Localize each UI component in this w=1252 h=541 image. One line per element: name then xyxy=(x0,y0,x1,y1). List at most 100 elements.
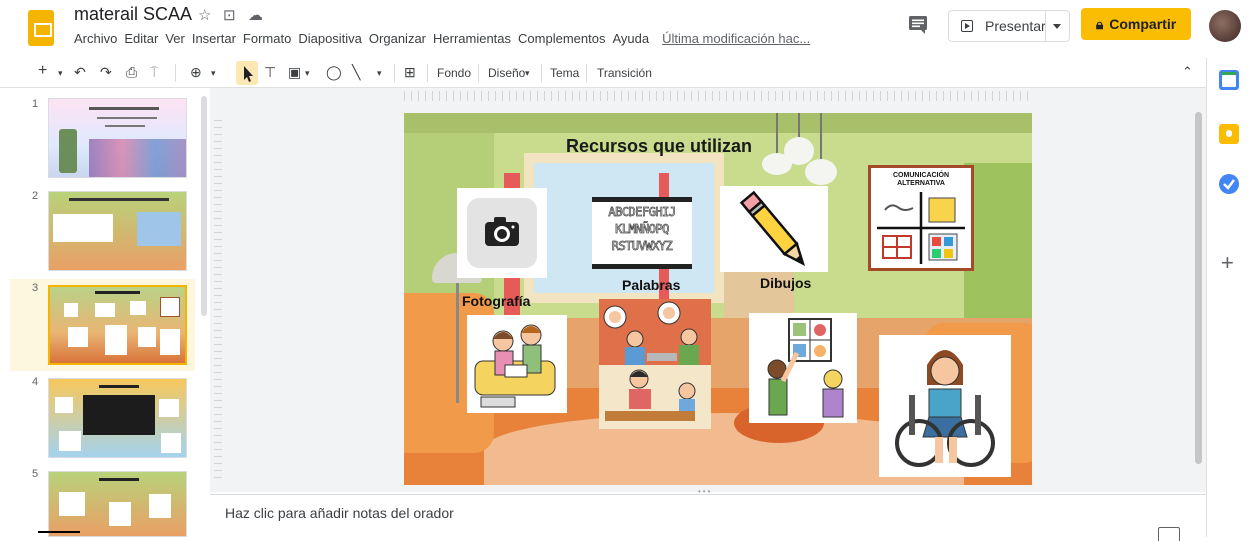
pointing-board-icon xyxy=(767,318,844,418)
calendar-icon[interactable] xyxy=(1219,70,1239,90)
check-icon xyxy=(1223,179,1235,190)
slide-title[interactable]: Recursos que utilizan xyxy=(564,136,754,157)
lock-icon: 🔒︎ xyxy=(1095,15,1104,32)
caption-fotografia[interactable]: Fotografía xyxy=(462,293,530,309)
slide-thumbnail-2[interactable] xyxy=(48,191,187,271)
caption-palabras[interactable]: Palabras xyxy=(622,277,680,293)
wheelchair-user-card[interactable] xyxy=(879,335,1011,477)
share-label: Compartir xyxy=(1109,16,1177,32)
wheelchair-icon xyxy=(895,350,995,467)
camera-icon xyxy=(467,198,537,268)
comment-add-icon[interactable]: ⊞ xyxy=(404,64,416,81)
user-avatar[interactable] xyxy=(1209,10,1241,42)
undo-icon[interactable]: ↶ xyxy=(74,64,86,81)
layout-button[interactable]: Diseño xyxy=(488,66,525,80)
zoom-dropdown-icon[interactable]: ▾ xyxy=(211,68,216,79)
saac-label: ALTERNATIVA xyxy=(897,180,945,187)
words-card[interactable]: ABCDEFGHIJ KLMNÑOPQ RSTUVWXYZ xyxy=(592,197,692,269)
toolbar: + ▾ ↶ ↷ ⎙ ⍑ ⊕ ▾ ⊤ ▣ ▾ ◯ ╲ ▾ ⊞ Fondo Dise… xyxy=(0,58,1206,88)
text-box-icon[interactable]: ⊤ xyxy=(264,64,276,81)
last-edit-link[interactable]: Última modificación hac... xyxy=(662,31,810,46)
slide-number: 1 xyxy=(32,98,39,110)
new-slide-dropdown-icon[interactable]: ▾ xyxy=(58,68,63,79)
select-tool-button[interactable] xyxy=(236,61,258,85)
image-dropdown-icon[interactable]: ▾ xyxy=(305,68,310,79)
slide-number: 5 xyxy=(32,468,39,480)
side-panel: + xyxy=(1206,58,1252,537)
slide-number: 2 xyxy=(32,190,39,202)
document-title[interactable]: materail SCAA xyxy=(74,4,192,25)
vertical-ruler xyxy=(214,120,222,480)
present-button[interactable]: Presentar xyxy=(948,10,1070,42)
menu-archivo[interactable]: Archivo xyxy=(74,31,117,46)
get-addons-icon[interactable]: + xyxy=(1221,250,1234,276)
line-icon[interactable]: ╲ xyxy=(352,64,360,81)
redo-icon[interactable]: ↷ xyxy=(100,64,112,81)
children-table-icon xyxy=(605,369,696,421)
saac-card[interactable]: COMUNICACIÓN ALTERNATIVA xyxy=(868,165,974,271)
background-button[interactable]: Fondo xyxy=(437,66,471,80)
tasks-icon[interactable] xyxy=(1219,174,1239,194)
pictogram-grid-icon xyxy=(877,192,965,264)
share-button[interactable]: 🔒︎ Compartir xyxy=(1081,8,1191,40)
star-icon[interactable]: ☆ xyxy=(198,6,211,24)
editor-scrollbar[interactable] xyxy=(1195,112,1202,464)
menu-ayuda[interactable]: Ayuda xyxy=(612,31,649,46)
zoom-icon[interactable]: ⊕ xyxy=(190,64,202,81)
shape-icon[interactable]: ◯ xyxy=(326,64,342,81)
present-dropdown-icon[interactable] xyxy=(1053,24,1061,29)
transition-button[interactable]: Transición xyxy=(597,66,652,80)
app-header: materail SCAA ☆ ⊡ ☁ Archivo Editar Ver I… xyxy=(0,0,1252,58)
line-dropdown-icon[interactable]: ▾ xyxy=(377,68,382,79)
slide-thumbnail-5[interactable] xyxy=(48,471,187,537)
layout-dropdown-icon[interactable]: ▾ xyxy=(525,68,530,79)
pencil-icon xyxy=(739,190,805,266)
slide-number: 4 xyxy=(32,376,39,388)
alphabet-line: RSTUVWXYZ xyxy=(611,239,673,254)
new-slide-icon[interactable]: + xyxy=(38,62,47,80)
menu-herramientas[interactable]: Herramientas xyxy=(433,31,511,46)
image-icon[interactable]: ▣ xyxy=(288,64,301,81)
conversation-card[interactable] xyxy=(599,299,711,365)
people-talking-icon xyxy=(603,301,699,365)
explore-icon[interactable] xyxy=(1158,527,1180,541)
speaker-notes-placeholder[interactable]: Haz clic para añadir notas del orador xyxy=(225,505,454,521)
menu-editar[interactable]: Editar xyxy=(124,31,158,46)
drawing-card[interactable] xyxy=(720,186,828,272)
slide-number: 3 xyxy=(32,282,39,294)
collapse-menus-icon[interactable]: ⌃ xyxy=(1182,64,1193,80)
caption-dibujos[interactable]: Dibujos xyxy=(760,275,811,291)
menu-insertar[interactable]: Insertar xyxy=(192,31,236,46)
menu-bar: Archivo Editar Ver Insertar Formato Diap… xyxy=(74,31,817,46)
comments-icon[interactable] xyxy=(906,13,930,35)
saac-label: COMUNICACIÓN xyxy=(893,172,949,179)
slide-thumbnail-1[interactable] xyxy=(48,98,187,178)
alphabet-line: ABCDEFGHIJ xyxy=(608,205,676,220)
filmstrip-scrollbar[interactable] xyxy=(201,96,207,316)
move-folder-icon[interactable]: ⊡ xyxy=(223,6,236,24)
slide-thumbnail-3[interactable] xyxy=(48,285,187,365)
menu-complementos[interactable]: Complementos xyxy=(518,31,605,46)
print-icon[interactable]: ⎙ xyxy=(126,64,137,81)
menu-ver[interactable]: Ver xyxy=(165,31,185,46)
cloud-status-icon[interactable]: ☁ xyxy=(248,6,263,24)
horizontal-ruler xyxy=(404,91,1034,101)
drawing-example-card[interactable] xyxy=(749,313,857,423)
family-reading-icon xyxy=(474,324,556,408)
slide-thumbnail-4[interactable] xyxy=(48,378,187,458)
photo-example-card[interactable] xyxy=(467,315,567,413)
present-label: Presentar xyxy=(985,18,1046,34)
table-scene-card[interactable] xyxy=(599,365,711,429)
speaker-notes[interactable]: Haz clic para añadir notas del orador xyxy=(210,494,1206,541)
menu-diapositiva[interactable]: Diapositiva xyxy=(298,31,362,46)
cursor-icon xyxy=(244,66,253,82)
paint-format-icon[interactable]: ⍑ xyxy=(150,64,158,81)
keep-icon[interactable] xyxy=(1219,124,1239,144)
menu-formato[interactable]: Formato xyxy=(243,31,291,46)
alphabet-line: KLMNÑOPQ xyxy=(615,222,670,237)
slide-canvas[interactable]: Recursos que utilizan Fotografía ABCDEFG… xyxy=(404,113,1032,485)
menu-organizar[interactable]: Organizar xyxy=(369,31,426,46)
theme-button[interactable]: Tema xyxy=(550,66,579,80)
photo-card[interactable] xyxy=(457,188,547,278)
slides-logo-icon[interactable] xyxy=(28,10,54,46)
